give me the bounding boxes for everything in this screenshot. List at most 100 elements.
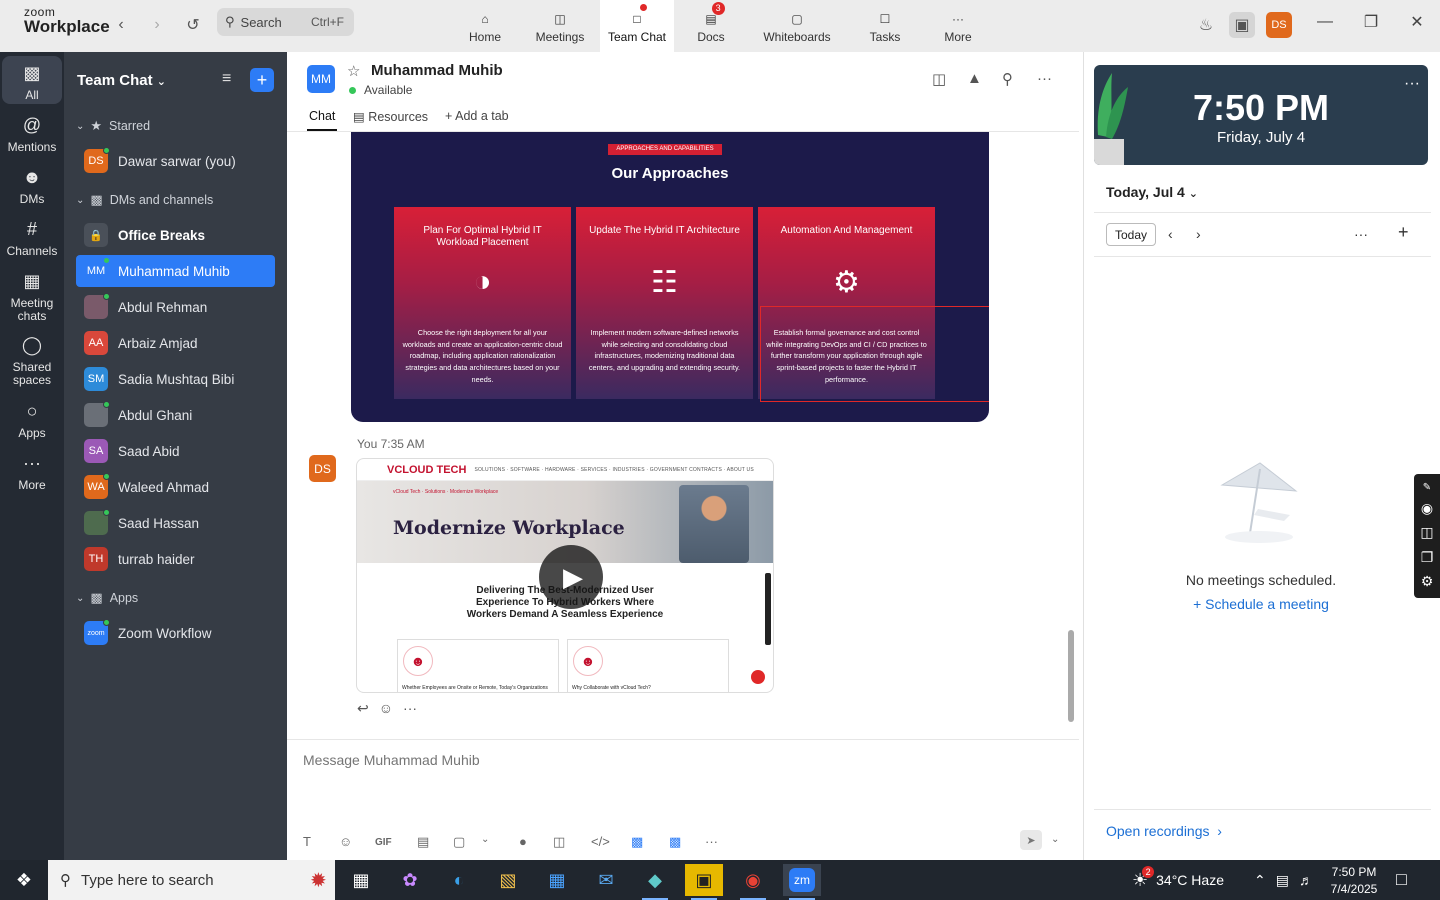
avatar[interactable]: DS (309, 455, 336, 482)
nav-whiteboards[interactable]: ▢ Whiteboards (760, 0, 834, 52)
rail-more[interactable]: ··· More (2, 452, 62, 492)
volume-icon[interactable]: ♬ (1299, 872, 1313, 888)
list-item[interactable]: zoom Zoom Workflow (76, 617, 275, 649)
rail-mentions[interactable]: @ Mentions (2, 114, 62, 154)
video-camera-icon[interactable]: ◫ (932, 70, 946, 88)
folder-icon[interactable]: ▧ (489, 864, 527, 896)
shared-image[interactable]: APPROACHES AND CAPABILITIES Our Approach… (351, 132, 989, 422)
ellipsis-icon[interactable]: ··· (1354, 226, 1368, 242)
star-icon[interactable]: ☆ (347, 62, 360, 80)
nav-team-chat[interactable]: □ Team Chat (600, 0, 674, 52)
taskbar-search[interactable]: ⚲ Type here to search ✹ (48, 860, 335, 900)
calendar-date-picker[interactable]: Today, Jul 4 ⌄ (1106, 184, 1198, 200)
tab-resources[interactable]: ▤ Resources (353, 109, 428, 124)
scrollbar[interactable] (1068, 630, 1074, 722)
filter-icon[interactable]: ≡ (222, 70, 231, 88)
notification-icon[interactable]: □ (1396, 869, 1407, 890)
rail-channels[interactable]: # Channels (2, 218, 62, 258)
list-item[interactable]: WA Waleed Ahmad (76, 471, 275, 503)
list-item[interactable]: Saad Hassan (76, 507, 275, 539)
list-item-starred[interactable]: DS Dawar sarwar (you) (76, 145, 275, 177)
rail-apps[interactable]: ○ Apps (2, 400, 62, 440)
restore-icon[interactable]: ❐ (1356, 10, 1386, 34)
weather-widget[interactable]: ☀ 2 34°C Haze (1132, 860, 1224, 900)
mail-icon[interactable]: ✉ (587, 864, 625, 896)
copilot-icon[interactable]: ✿ (391, 864, 429, 896)
video-camera-icon[interactable]: ◫ (1420, 524, 1433, 541)
rail-meeting-chats[interactable]: ▦ Meeting chats (2, 270, 62, 323)
file-icon[interactable]: ▤ (417, 834, 429, 850)
video-attachment[interactable]: VCLOUD TECH SOLUTIONS · SOFTWARE · HARDW… (356, 458, 774, 693)
sticky-notes-icon[interactable]: ▣ (685, 864, 723, 900)
chevron-down-icon[interactable]: ⌄ (1051, 834, 1059, 845)
search-icon[interactable]: ⚲ (1002, 70, 1013, 88)
share-screen-icon[interactable]: ▲ (967, 70, 982, 87)
gear-icon[interactable]: ⚙ (1421, 573, 1434, 590)
today-button[interactable]: Today (1106, 223, 1156, 246)
app-icon[interactable]: ◆ (636, 864, 674, 900)
chevron-right-icon[interactable]: › (1196, 226, 1201, 242)
nav-home[interactable]: ⌂ Home (448, 0, 522, 52)
send-button[interactable]: ➤ (1020, 830, 1042, 850)
schedule-meeting-link[interactable]: + Schedule a meeting (1084, 596, 1438, 612)
screenshot-icon[interactable]: ▢ (453, 834, 465, 850)
list-item[interactable]: TH turrab haider (76, 543, 275, 575)
chrome-icon[interactable]: ◉ (734, 864, 772, 900)
nav-meetings[interactable]: ◫ Meetings (523, 0, 597, 52)
emoji-icon[interactable]: ☺ (379, 700, 393, 717)
chevron-left-icon[interactable]: ‹ (1168, 226, 1173, 242)
edge-icon[interactable]: ◐ (440, 864, 478, 896)
windows-start-icon[interactable]: ❖ (0, 860, 48, 900)
app-icon[interactable]: ▩ (631, 834, 643, 850)
contact-name[interactable]: Muhammad Muhib (371, 62, 503, 79)
search-input[interactable]: ⚲ Search Ctrl+F (217, 8, 354, 36)
camera-icon[interactable]: ◉ (1421, 500, 1433, 517)
video-message-icon[interactable]: ◫ (553, 834, 565, 850)
history-icon[interactable]: ↺ (180, 12, 206, 38)
chevron-up-icon[interactable]: ⌃ (1254, 872, 1266, 889)
forward-arrow-icon[interactable]: › (144, 12, 170, 38)
ellipsis-icon[interactable]: ··· (1037, 70, 1052, 87)
list-item[interactable]: Abdul Rehman (76, 291, 275, 323)
section-dms[interactable]: ⌄ ▩ DMs and channels (76, 192, 213, 208)
rail-shared-spaces[interactable]: ◯ Shared spaces (2, 334, 62, 387)
rail-dms[interactable]: ☻ DMs (2, 166, 62, 206)
list-item[interactable]: Abdul Ghani (76, 399, 275, 431)
rail-all[interactable]: ▩ All (2, 56, 62, 104)
app-icon[interactable]: ▩ (669, 834, 681, 850)
list-item[interactable]: 🔒 Office Breaks (76, 219, 275, 251)
list-item[interactable]: SM Sadia Mushtaq Bibi (76, 363, 275, 395)
close-icon[interactable]: ✕ (1402, 10, 1432, 34)
ellipsis-icon[interactable]: ··· (403, 700, 417, 717)
ellipsis-icon[interactable]: ··· (705, 834, 718, 849)
section-apps[interactable]: ⌄ ▩ Apps (76, 590, 138, 606)
reply-icon[interactable]: ↩ (357, 700, 369, 717)
plus-icon[interactable]: + (1398, 222, 1409, 243)
nav-docs[interactable]: ▤ 3 Docs (674, 0, 748, 52)
section-starred[interactable]: ⌄ ★ Starred (76, 118, 150, 134)
text-format-icon[interactable]: T (303, 834, 311, 849)
minimize-icon[interactable]: — (1310, 10, 1340, 34)
new-chat-button[interactable]: + (250, 68, 274, 92)
bell-icon[interactable]: ♨ (1193, 12, 1219, 38)
message-input[interactable] (303, 752, 1003, 768)
pen-icon[interactable]: ✎ (1423, 482, 1431, 493)
gif-icon[interactable]: GIF (375, 837, 392, 848)
zoom-taskbar-icon[interactable]: zm (783, 864, 821, 900)
list-item[interactable]: MM Muhammad Muhib (76, 255, 275, 287)
window-icon[interactable]: ❐ (1421, 549, 1434, 566)
back-arrow-icon[interactable]: ‹ (108, 12, 134, 38)
task-view-icon[interactable]: ▦ (342, 864, 380, 896)
list-item[interactable]: AA Arbaiz Amjad (76, 327, 275, 359)
microphone-icon[interactable]: ● (519, 834, 527, 849)
tab-add[interactable]: + Add a tab (445, 109, 509, 123)
open-recordings-link[interactable]: Open recordings › (1106, 823, 1222, 839)
tab-chat[interactable]: Chat (306, 109, 338, 131)
nav-more[interactable]: ··· More (921, 0, 995, 52)
taskbar-clock[interactable]: 7:50 PM 7/4/2025 (1324, 864, 1384, 898)
chat-list-title[interactable]: Team Chat ⌄ (77, 72, 166, 89)
play-button[interactable]: ▶ (539, 545, 603, 609)
chevron-down-icon[interactable]: ⌄ (481, 834, 489, 845)
store-icon[interactable]: ▦ (538, 864, 576, 896)
list-item[interactable]: SA Saad Abid (76, 435, 275, 467)
